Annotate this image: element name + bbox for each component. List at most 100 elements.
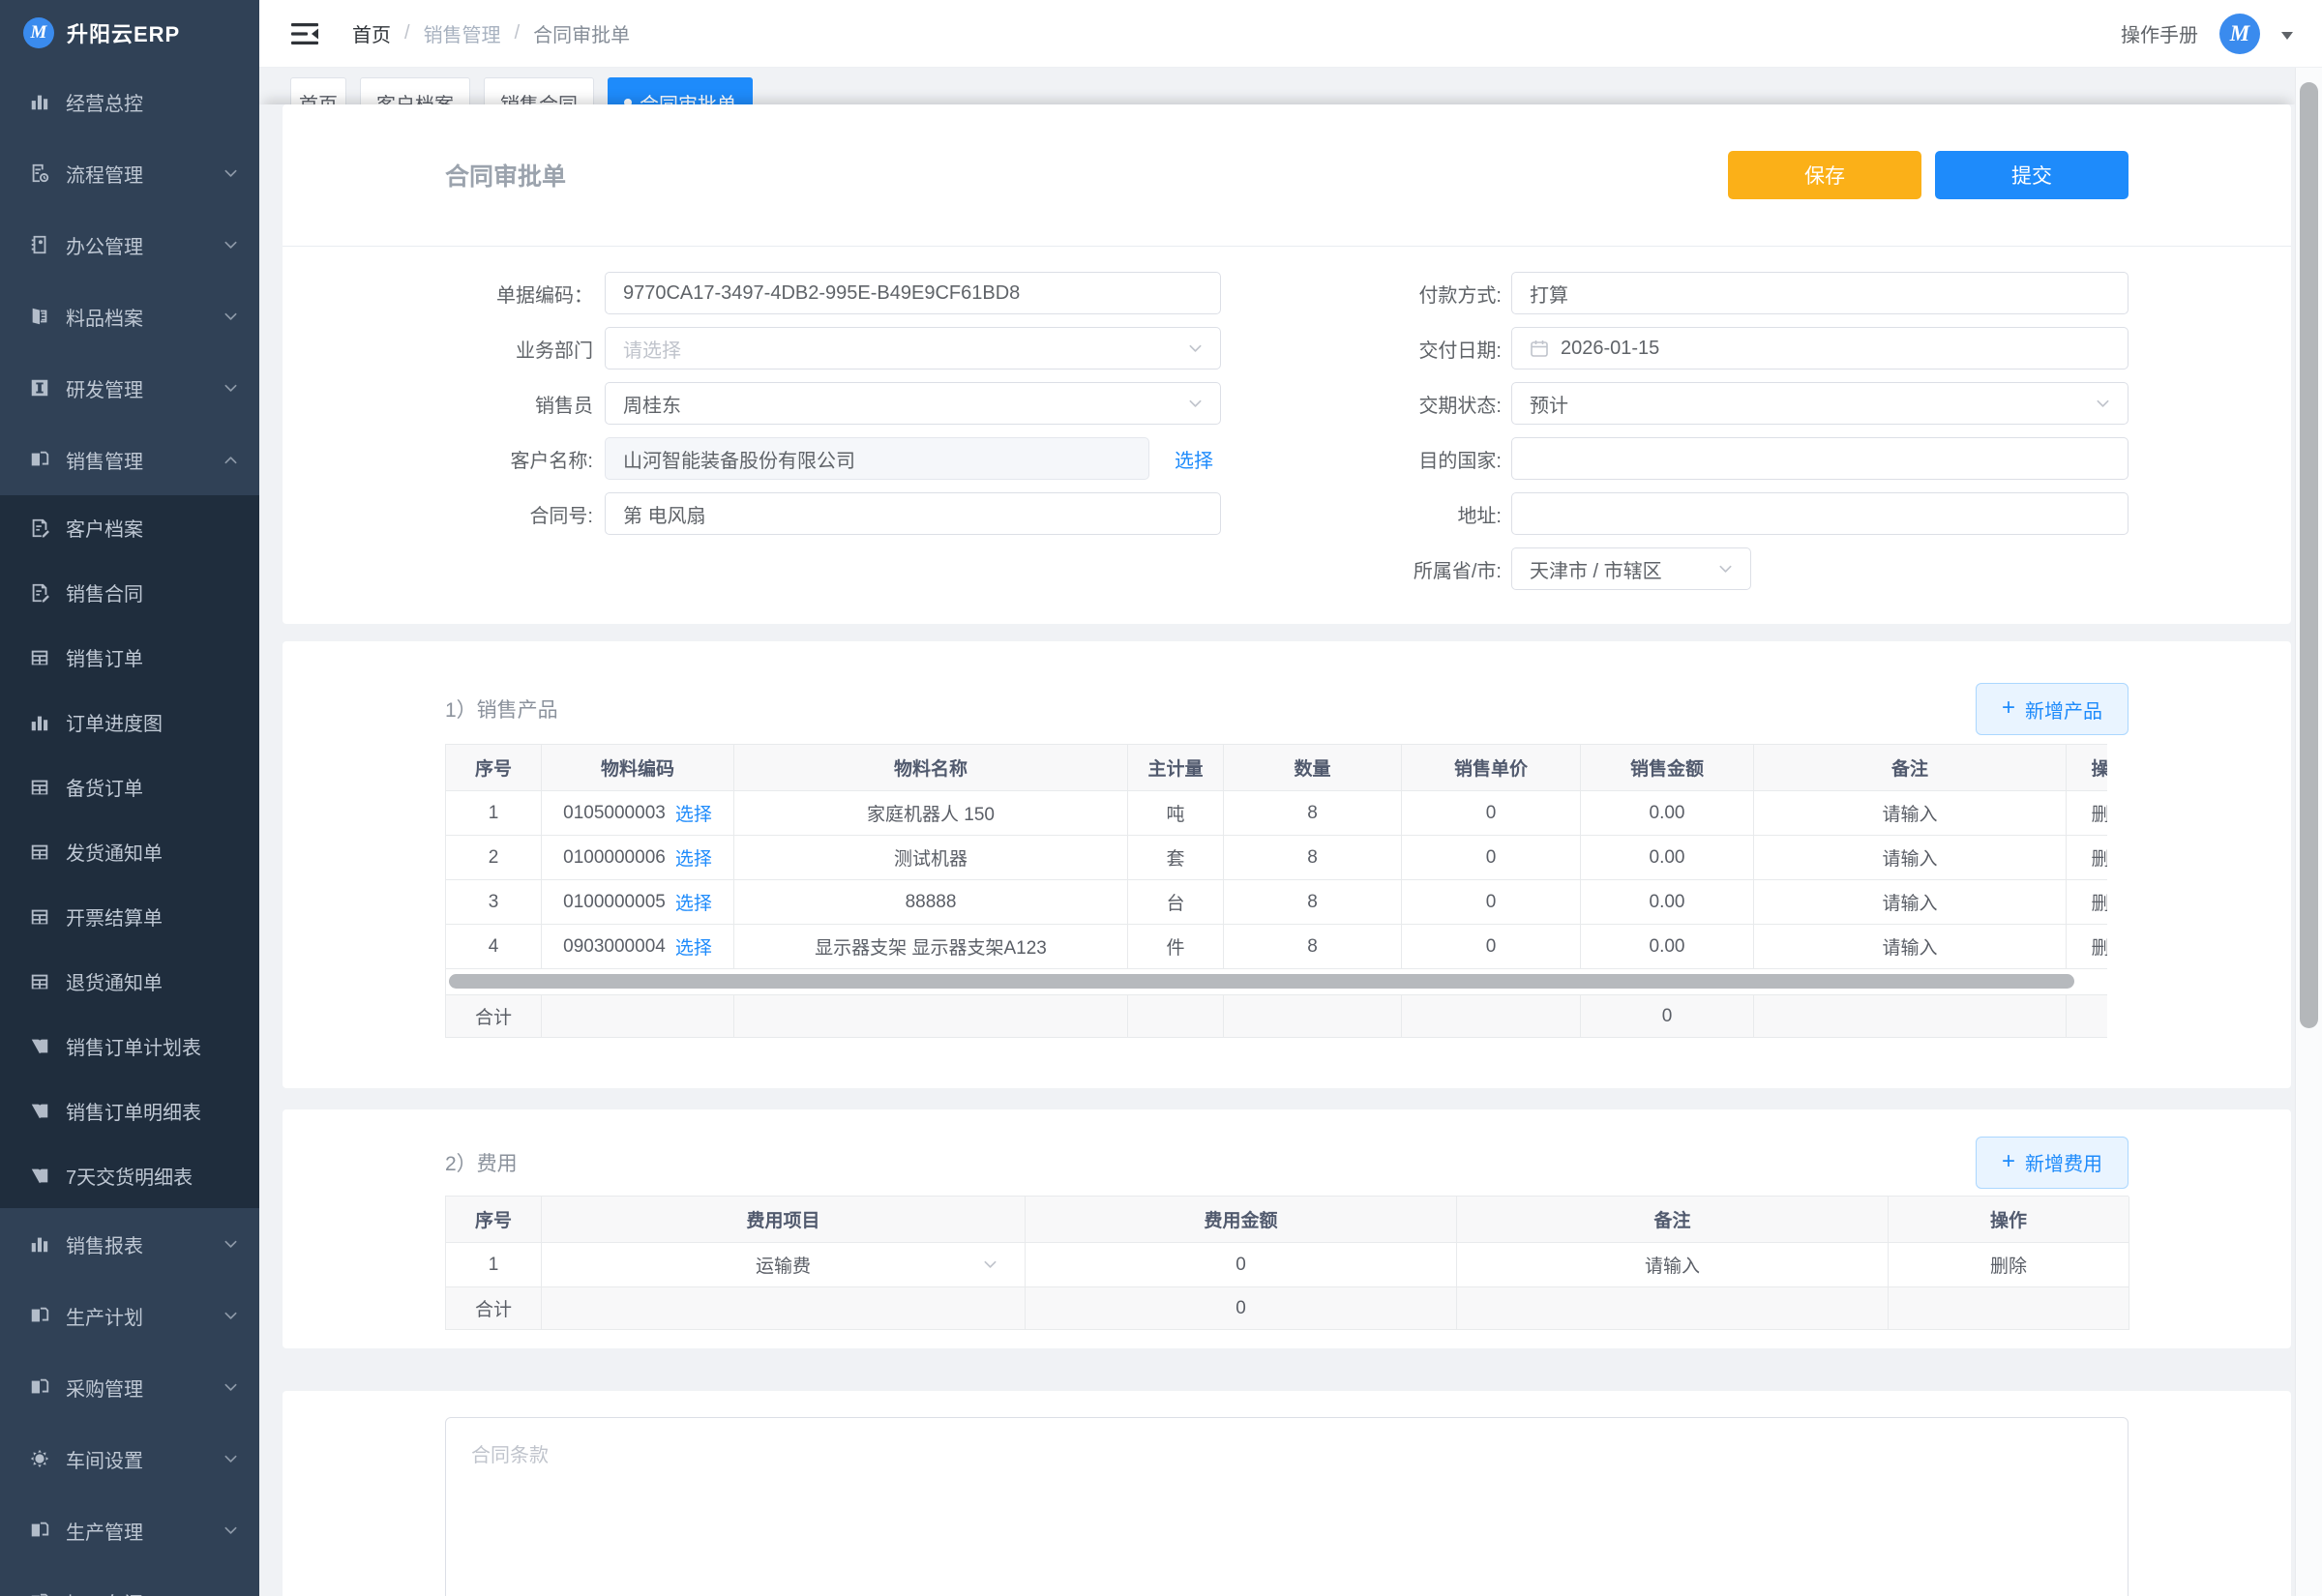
add-fee-button[interactable]: + 新增费用 (1976, 1137, 2128, 1189)
select-material-link[interactable]: 选择 (675, 933, 712, 960)
chevron-down-icon (223, 310, 238, 324)
contract-no-field[interactable]: 第 电风扇 (605, 492, 1221, 535)
sidebar-item-office-mgmt[interactable]: 办公管理 (0, 209, 259, 281)
delivery-status-select[interactable]: 预计 (1511, 382, 2128, 425)
note-input[interactable]: 请输入 (1754, 791, 2067, 836)
manual-link[interactable]: 操作手册 (2121, 19, 2198, 47)
chevron-down-icon (223, 238, 238, 252)
sidebar-sub-return-notice[interactable]: 退货通知单 (0, 949, 259, 1014)
sidebar-sub-customer-files[interactable]: 客户档案 (0, 495, 259, 560)
table-grid-icon (29, 777, 50, 798)
sidebar-sub-sales-order[interactable]: 销售订单 (0, 625, 259, 690)
products-section-title: 1）销售产品 (445, 695, 558, 724)
delete-row-link[interactable]: 删除 (2067, 791, 2107, 836)
copy-docs-icon (29, 1591, 50, 1596)
fees-header-row: 序号 费用项目 费用金额 备注 操作 (446, 1197, 2128, 1243)
sidebar-item-purchase-mgmt[interactable]: 采购管理 (0, 1351, 259, 1423)
chevron-down-icon (223, 166, 238, 181)
sidebar-item-rnd[interactable]: 研发管理 (0, 352, 259, 424)
dept-select[interactable]: 请选择 (605, 327, 1221, 369)
chevron-down-icon (223, 1237, 238, 1252)
sidebar-item-production-plan[interactable]: 生产计划 (0, 1280, 259, 1351)
products-header-row: 序号 物料编码 物料名称 主计量 数量 销售单价 销售金额 备注 操作 (446, 745, 2107, 791)
note-input[interactable]: 请输入 (1754, 836, 2067, 880)
app-title: 升阳云ERP (67, 17, 180, 48)
product-code: 0100000005 (563, 892, 666, 913)
add-product-button[interactable]: + 新增产品 (1976, 683, 2128, 735)
submit-button[interactable]: 提交 (1935, 151, 2128, 199)
sidebar-item-production-mgmt[interactable]: 生产管理 (0, 1494, 259, 1566)
note-input[interactable]: 请输入 (1754, 880, 2067, 925)
table-grid-icon (29, 971, 50, 992)
sidebar-sub-sales-order-plan[interactable]: 销售订单计划表 (0, 1014, 259, 1079)
chevron-down-icon (983, 1257, 997, 1272)
user-avatar[interactable]: M (2219, 14, 2260, 54)
sidebar-item-business-control[interactable]: 经营总控 (0, 66, 259, 137)
contract-terms-textarea[interactable] (445, 1417, 2128, 1596)
save-button[interactable]: 保存 (1728, 151, 1921, 199)
salesman-select[interactable]: 周桂东 (605, 382, 1221, 425)
select-material-link[interactable]: 选择 (675, 889, 712, 915)
fees-total-amount: 0 (1026, 1287, 1457, 1330)
dest-country-field[interactable] (1511, 437, 2128, 480)
copy-docs-icon (29, 1376, 50, 1398)
sidebar-item-processing-workshop[interactable]: 加工车间 (0, 1566, 259, 1596)
doc-code-field[interactable]: 9770CA17-3497-4DB2-995E-B49E9CF61BD8 (605, 272, 1221, 314)
plus-icon: + (2002, 1150, 2015, 1173)
sidebar-sub-delivery-notice[interactable]: 发货通知单 (0, 819, 259, 884)
delete-row-link[interactable]: 删除 (2067, 836, 2107, 880)
vertical-scrollbar-thumb[interactable] (2300, 82, 2318, 1028)
sidebar-sub-stock-order[interactable]: 备货订单 (0, 754, 259, 819)
sidebar-item-sales-mgmt[interactable]: 销售管理 (0, 424, 259, 495)
note-input[interactable]: 请输入 (1754, 925, 2067, 969)
select-material-link[interactable]: 选择 (675, 800, 712, 826)
horizontal-scrollbar-thumb[interactable] (449, 974, 2074, 989)
user-menu-caret-icon[interactable] (2281, 32, 2293, 45)
delete-row-link[interactable]: 删除 (2067, 880, 2107, 925)
province-select[interactable]: 天津市 / 市辖区 (1511, 547, 1751, 590)
sidebar-item-workshop-settings[interactable]: 车间设置 (0, 1423, 259, 1494)
copy-docs-icon (29, 449, 50, 470)
sidebar: M 升阳云ERP 经营总控 流程管理 办公管理 料品档案 研发管理 销售管理 客… (0, 0, 259, 1596)
note-input[interactable]: 请输入 (1457, 1243, 1889, 1287)
sidebar-item-process-mgmt[interactable]: 流程管理 (0, 137, 259, 209)
delivery-status-label: 交期状态: (1242, 390, 1511, 418)
table-grid-icon (29, 842, 50, 863)
open-book-icon (29, 1101, 50, 1122)
fee-amount: 0 (1026, 1243, 1457, 1287)
sidebar-item-materials[interactable]: 料品档案 (0, 281, 259, 352)
sidebar-item-sales-report[interactable]: 销售报表 (0, 1208, 259, 1280)
materials-book-icon (29, 306, 50, 327)
customer-select-link[interactable]: 选择 (1175, 445, 1213, 473)
delete-row-link[interactable]: 删除 (2067, 925, 2107, 969)
product-code: 0903000004 (563, 936, 666, 958)
contract-no-label: 合同号: (445, 500, 605, 528)
product-code: 0105000003 (563, 803, 666, 824)
products-table: 序号 物料编码 物料名称 主计量 数量 销售单价 销售金额 备注 操作 1 01… (445, 744, 2107, 1038)
sidebar-sub-sales-contract[interactable]: 销售合同 (0, 560, 259, 625)
customer-label: 客户名称: (445, 445, 605, 473)
collapse-sidebar-icon[interactable] (290, 21, 319, 46)
open-book-icon (29, 1166, 50, 1187)
delete-fee-link[interactable]: 删除 (1889, 1243, 2129, 1287)
payment-field[interactable]: 打算 (1511, 272, 2128, 314)
delivery-date-picker[interactable]: 2026-01-15 (1511, 327, 2128, 369)
address-field[interactable] (1511, 492, 2128, 535)
fee-item-select[interactable]: 运输费 (542, 1243, 1026, 1287)
sidebar-sub-order-progress[interactable]: 订单进度图 (0, 690, 259, 754)
sidebar-sub-invoice-settlement[interactable]: 开票结算单 (0, 884, 259, 949)
chevron-down-icon (223, 381, 238, 396)
notebook-icon (29, 234, 50, 255)
breadcrumb-home[interactable]: 首页 (352, 19, 391, 47)
product-name: 显示器支架 显示器支架A123 (734, 925, 1128, 969)
select-material-link[interactable]: 选择 (675, 844, 712, 871)
gear-icon (29, 1448, 50, 1469)
payment-label: 付款方式: (1242, 280, 1511, 308)
horizontal-scrollbar (445, 969, 2107, 994)
chevron-down-icon (223, 1523, 238, 1538)
contract-form-card: 合同审批单 保存 提交 单据编码： 9770CA17-3497-4DB2-995… (283, 104, 2291, 624)
product-row: 2 0100000006选择 测试机器 套 8 0 0.00 请输入 删除 (446, 836, 2107, 880)
breadcrumb: 首页 / 销售管理 / 合同审批单 (352, 19, 630, 47)
sidebar-sub-7day-delivery[interactable]: 7天交货明细表 (0, 1143, 259, 1208)
sidebar-sub-sales-order-detail[interactable]: 销售订单明细表 (0, 1079, 259, 1143)
